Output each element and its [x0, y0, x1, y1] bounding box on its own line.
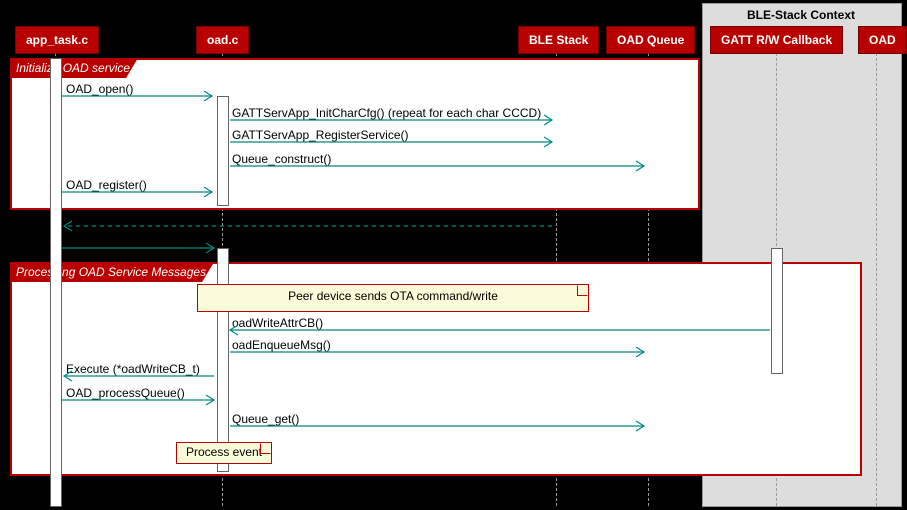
msg-queue-get: Queue_get() [232, 412, 299, 426]
msg-oad-open: OAD_open() [66, 82, 133, 96]
note-peer: Peer device sends OTA command/write [197, 284, 589, 312]
participant-ble: BLE Stack [518, 26, 599, 54]
participant-queue: OAD Queue [606, 26, 695, 54]
participant-oad: OAD [858, 26, 907, 54]
msg-reg-service: GATTServApp_RegisterService() [232, 128, 409, 142]
lifeline-oad [876, 48, 877, 506]
participant-oadc: oad.c [196, 26, 249, 54]
activation-app [50, 58, 62, 507]
note-peer-text: Peer device sends OTA command/write [288, 289, 498, 303]
context-box-title: BLE-Stack Context [702, 8, 900, 22]
participant-gatt: GATT R/W Callback [710, 26, 843, 54]
activation-gatt [771, 248, 783, 374]
activation-oadc-2 [217, 248, 229, 472]
msg-init-char: GATTServApp_InitCharCfg() (repeat for ea… [232, 106, 541, 120]
msg-oad-enqueue: oadEnqueueMsg() [232, 338, 331, 352]
msg-oad-write-cb: oadWriteAttrCB() [232, 316, 323, 330]
participant-app: app_task.c [15, 26, 99, 54]
msg-queue-construct: Queue_construct() [232, 152, 331, 166]
note-process-event-text: Process event [186, 445, 262, 459]
note-process-event: Process event [176, 442, 272, 464]
msg-oad-register: OAD_register() [66, 178, 147, 192]
activation-oadc-1 [217, 96, 229, 206]
msg-execute: Execute (*oadWriteCB_t) [66, 362, 200, 376]
sequence-diagram: BLE-Stack Context Initialize OAD service… [0, 0, 907, 510]
msg-process-queue: OAD_processQueue() [66, 386, 185, 400]
fragment-init-label: Initialize OAD service [10, 58, 138, 78]
fragment-proc-label: Processing OAD Service Messages [10, 262, 214, 282]
